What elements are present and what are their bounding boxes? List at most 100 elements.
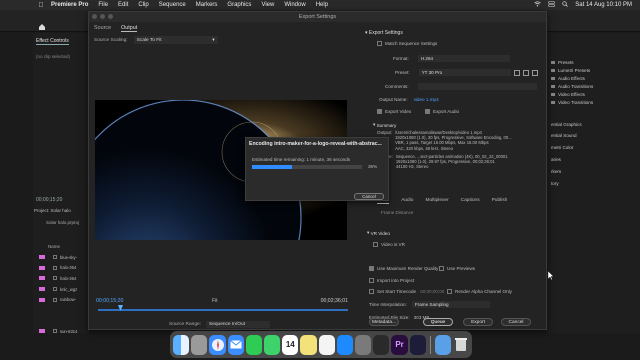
export-audio-checkbox[interactable]: Export Audio — [425, 109, 459, 114]
metadata-button[interactable]: Metadata... — [369, 318, 399, 326]
checkbox[interactable] — [447, 289, 452, 294]
import-preset-icon[interactable] — [522, 69, 529, 76]
checkbox[interactable] — [377, 41, 382, 46]
checkbox[interactable] — [369, 289, 374, 294]
render-alpha-checkbox[interactable]: Render Alpha Channel Only — [447, 289, 512, 294]
panel-item-presets[interactable]: Presets — [551, 60, 574, 65]
panel-item-lumetri-presets[interactable]: Lumetri Presets — [551, 68, 590, 73]
list-item[interactable]: blue-sky- — [39, 252, 77, 263]
preset-select[interactable]: YT 30 Pro — [418, 69, 511, 76]
time-interpolation-select[interactable]: Frame Sampling — [411, 301, 490, 308]
format-select[interactable]: H.264 — [417, 55, 510, 62]
wifi-icon[interactable] — [534, 1, 542, 9]
checkbox[interactable] — [439, 266, 444, 271]
comments-input[interactable] — [417, 83, 537, 90]
source-range-select[interactable]: Sequence In/Out — [206, 321, 270, 328]
downloads-icon[interactable] — [434, 334, 451, 355]
messages-icon[interactable] — [264, 334, 281, 355]
menu-clip[interactable]: Clip — [138, 2, 148, 8]
encoding-cancel-button[interactable]: Cancel — [354, 193, 384, 200]
tab-multiplexer[interactable]: Multiplexer — [425, 198, 448, 204]
launchpad-icon[interactable] — [191, 334, 208, 355]
tab-captions[interactable]: Captions — [461, 198, 480, 204]
menu-help[interactable]: Help — [316, 2, 328, 8]
start-timecode-value[interactable]: 00;00;00;00 — [420, 289, 444, 294]
import-into-project-checkbox[interactable]: Import into Project — [369, 278, 414, 283]
mail-icon[interactable] — [227, 334, 244, 355]
zoom-fit-select[interactable]: Fit — [212, 298, 218, 304]
facetime-icon[interactable] — [245, 334, 263, 355]
notes-icon[interactable] — [300, 334, 317, 355]
list-item[interactable]: halo-364 — [39, 273, 77, 284]
checkbox[interactable] — [369, 266, 374, 271]
menu-file[interactable]: File — [98, 2, 108, 8]
control-center-icon[interactable] — [548, 1, 556, 9]
queue-button[interactable]: Queue — [423, 318, 453, 326]
panel-tab-essential-sound[interactable]: ential Sound — [551, 133, 577, 138]
tab-publish[interactable]: Publish — [492, 198, 508, 204]
menu-view[interactable]: View — [261, 2, 274, 8]
premiere-pro-icon[interactable]: Pr — [391, 334, 408, 355]
tab-effect-controls[interactable]: Effect Controls — [36, 38, 69, 45]
search-icon[interactable] — [562, 1, 569, 9]
checkbox[interactable] — [369, 278, 374, 283]
output-name-link[interactable]: video 1.mp4 — [414, 97, 439, 102]
system-preferences-icon[interactable] — [355, 334, 372, 355]
scrubber-track[interactable] — [98, 309, 348, 311]
panel-item-video-transitions[interactable]: Video Transitions — [551, 100, 593, 105]
tab-output[interactable]: Output — [121, 25, 138, 32]
panel-item-video-effects[interactable]: Video Effects — [551, 92, 585, 97]
list-item[interactable]: halo-364 — [39, 263, 77, 274]
menu-graphics[interactable]: Graphics — [227, 2, 251, 8]
use-previews-checkbox[interactable]: Use Previews — [439, 266, 475, 271]
panel-tab-libraries[interactable]: aries — [551, 157, 561, 162]
max-render-quality-checkbox[interactable]: Use Maximum Render Quality — [369, 266, 438, 271]
close-icon[interactable] — [92, 14, 97, 19]
delete-preset-icon[interactable] — [531, 69, 538, 76]
panel-item-audio-effects[interactable]: Audio Effects — [551, 76, 585, 81]
cancel-button[interactable]: Cancel — [501, 318, 531, 326]
menu-edit[interactable]: Edit — [118, 2, 128, 8]
panel-tab-essential-graphics[interactable]: ential Graphics — [551, 122, 582, 127]
panel-item-audio-transitions[interactable]: Audio Transitions — [551, 84, 593, 89]
save-preset-icon[interactable] — [513, 69, 520, 76]
menubar-clock[interactable]: Sat 14 Aug 10:10 PM — [575, 2, 632, 8]
tab-source[interactable]: Source — [94, 25, 111, 32]
menu-window[interactable]: Window — [284, 2, 305, 8]
finder-icon[interactable] — [173, 334, 190, 355]
zoom-icon[interactable] — [108, 14, 113, 19]
checkbox[interactable] — [373, 242, 378, 247]
checkbox[interactable] — [377, 109, 382, 114]
app-store-icon[interactable] — [336, 334, 354, 355]
list-item[interactable]: knlc_wgz — [39, 284, 77, 295]
trash-icon[interactable] — [453, 335, 469, 355]
set-start-timecode-checkbox[interactable]: Set Start Timecode 00;00;00;00 — [369, 289, 444, 294]
tab-project[interactable]: Project: Solar halo — [34, 208, 71, 213]
export-button[interactable]: Export — [463, 318, 493, 326]
menu-sequence[interactable]: Sequence — [159, 2, 186, 8]
checkbox[interactable] — [425, 109, 430, 114]
menu-markers[interactable]: Markers — [196, 2, 218, 8]
minimize-icon[interactable] — [100, 14, 105, 19]
export-settings-header[interactable]: ▾ Export Settings — [365, 30, 403, 36]
adobe-media-encoder-icon[interactable] — [409, 334, 426, 355]
video-is-vr-checkbox[interactable]: Video is VR — [373, 242, 405, 247]
playback-scrubber[interactable]: 00;00;15;20 Fit 00;02;36;01 — [94, 298, 350, 318]
panel-tab-history[interactable]: tory — [551, 181, 559, 186]
panel-tab-markers[interactable]: rkers — [551, 169, 561, 174]
export-video-checkbox[interactable]: Export Video — [377, 109, 411, 114]
panel-tab-lumetri-color[interactable]: metri Color — [551, 145, 573, 150]
source-scaling-select[interactable]: Scale To Fit ▾ — [133, 36, 218, 44]
calendar-icon[interactable]: 14 — [282, 334, 299, 355]
apple-menu-icon[interactable]:  — [36, 2, 46, 9]
menu-app-name[interactable]: Premiere Pro — [51, 2, 88, 8]
reminders-icon[interactable] — [318, 334, 335, 355]
home-icon[interactable] — [38, 18, 46, 30]
current-timecode[interactable]: 00;00;15;20 — [96, 298, 123, 304]
match-sequence-checkbox[interactable]: Match Sequence Settings — [377, 41, 437, 46]
column-header-name[interactable]: Name — [48, 244, 60, 249]
summary-header[interactable]: ▾ Summary — [373, 122, 396, 128]
tab-audio[interactable]: Audio — [401, 198, 413, 204]
vr-video-header[interactable]: ▾ VR Video — [367, 230, 390, 236]
safari-icon[interactable] — [209, 334, 226, 355]
